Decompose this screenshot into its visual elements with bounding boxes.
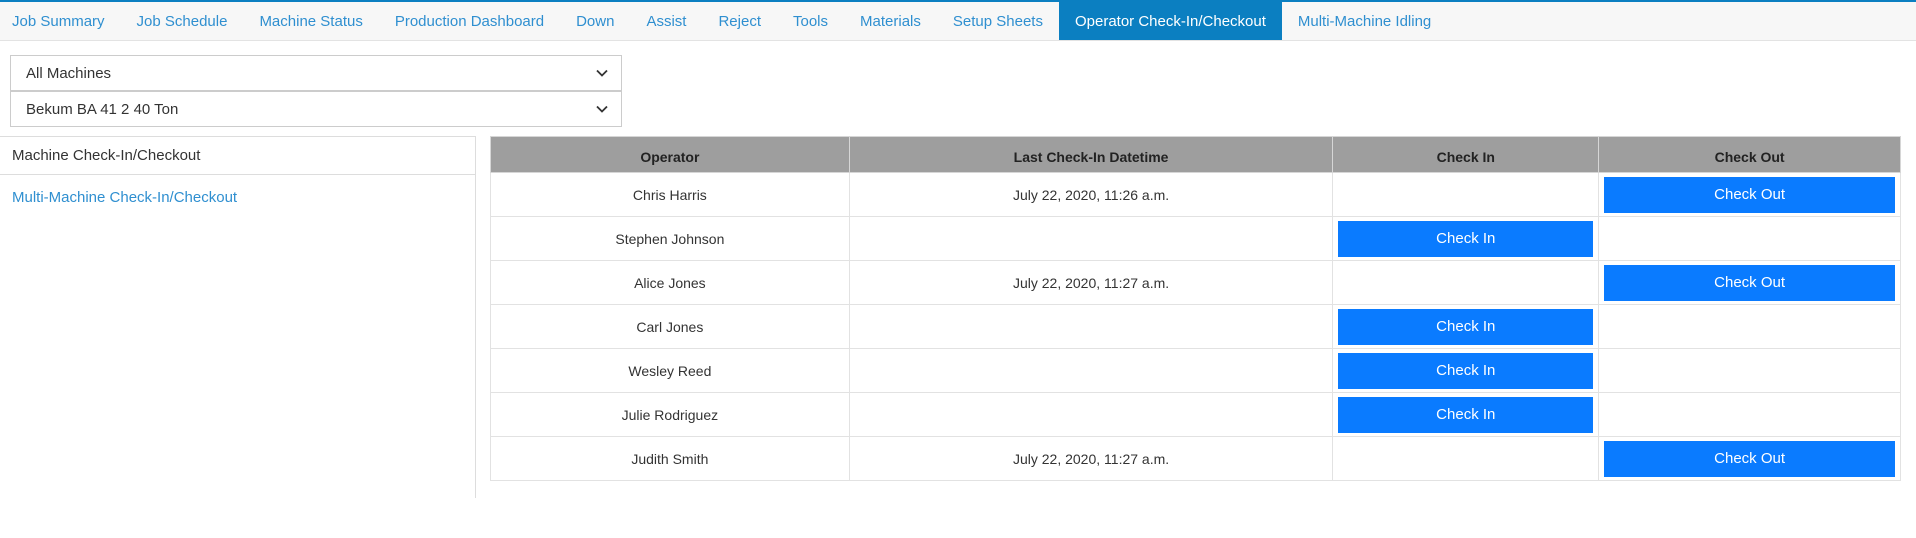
check-out-cell bbox=[1598, 216, 1901, 261]
check-in-cell bbox=[1332, 260, 1600, 305]
check-in-button[interactable]: Check In bbox=[1338, 352, 1594, 389]
table-row: Alice Jones July 22, 2020, 11:27 a.m. Chec… bbox=[490, 260, 1901, 305]
check-in-cell bbox=[1332, 172, 1600, 217]
check-out-cell bbox=[1598, 392, 1901, 437]
tab-production-dashboard[interactable]: Production Dashboard bbox=[379, 2, 560, 40]
check-in-cell: Check In bbox=[1332, 216, 1600, 261]
column-header-check-out: Check Out bbox=[1598, 136, 1901, 173]
tab-multi-machine-idling[interactable]: Multi-Machine Idling bbox=[1282, 2, 1447, 40]
tab-assist[interactable]: Assist bbox=[630, 2, 702, 40]
operator-name: Julie Rodriguez bbox=[490, 392, 850, 437]
tab-setup-sheets[interactable]: Setup Sheets bbox=[937, 2, 1059, 40]
operator-name: Alice Jones bbox=[490, 260, 850, 305]
chevron-down-icon bbox=[596, 105, 608, 113]
last-check-in-datetime bbox=[848, 392, 1334, 437]
check-out-button[interactable]: Check Out bbox=[1604, 176, 1895, 213]
tab-reject[interactable]: Reject bbox=[702, 2, 777, 40]
check-in-cell: Check In bbox=[1332, 304, 1600, 349]
check-out-cell bbox=[1598, 304, 1901, 349]
table-row: Stephen Johnson Check In bbox=[490, 216, 1901, 261]
last-check-in-datetime: July 22, 2020, 11:27 a.m. bbox=[848, 260, 1334, 305]
last-check-in-datetime bbox=[848, 304, 1334, 349]
tab-machine-status[interactable]: Machine Status bbox=[243, 2, 378, 40]
tab-tools[interactable]: Tools bbox=[777, 2, 844, 40]
machine-group-select-value: All Machines bbox=[26, 64, 112, 82]
check-out-cell: Check Out bbox=[1598, 172, 1901, 217]
tab-job-summary[interactable]: Job Summary bbox=[0, 2, 121, 40]
machine-select-value: Bekum BA 41 2 40 Ton bbox=[26, 100, 179, 118]
table-row: Chris Harris July 22, 2020, 11:26 a.m. Che… bbox=[490, 172, 1901, 217]
operator-name: Carl Jones bbox=[490, 304, 850, 349]
tab-job-schedule[interactable]: Job Schedule bbox=[121, 2, 244, 40]
last-check-in-datetime: July 22, 2020, 11:26 a.m. bbox=[848, 172, 1334, 217]
operator-name: Judith Smith bbox=[490, 436, 850, 481]
operator-name: Stephen Johnson bbox=[490, 216, 850, 261]
check-in-button[interactable]: Check In bbox=[1338, 396, 1594, 433]
check-out-cell bbox=[1598, 348, 1901, 393]
operator-name: Chris Harris bbox=[490, 172, 850, 217]
check-in-button[interactable]: Check In bbox=[1338, 220, 1594, 257]
check-in-cell: Check In bbox=[1332, 348, 1600, 393]
sidebar-item-machine-check-in-checkout[interactable]: Machine Check-In/Checkout bbox=[0, 136, 475, 175]
operator-name: Wesley Reed bbox=[490, 348, 850, 393]
chevron-down-icon bbox=[596, 69, 608, 77]
table-row: Judith Smith July 22, 2020, 11:27 a.m. Che… bbox=[490, 436, 1901, 481]
check-in-cell bbox=[1332, 436, 1600, 481]
check-in-button[interactable]: Check In bbox=[1338, 308, 1594, 345]
table-row: Wesley Reed Check In bbox=[490, 348, 1901, 393]
tab-down[interactable]: Down bbox=[560, 2, 630, 40]
check-out-cell: Check Out bbox=[1598, 260, 1901, 305]
tab-operator-check-in-checkout[interactable]: Operator Check-In/Checkout bbox=[1058, 2, 1282, 40]
tab-materials[interactable]: Materials bbox=[844, 2, 937, 40]
check-out-button[interactable]: Check Out bbox=[1604, 440, 1895, 477]
table-row: Julie Rodriguez Check In bbox=[490, 392, 1901, 437]
operator-table: Operator Last Check-In Datetime Check In… bbox=[490, 136, 1901, 481]
sidebar: Machine Check-In/Checkout Multi-Machine … bbox=[0, 136, 476, 498]
column-header-check-in: Check In bbox=[1332, 136, 1600, 173]
last-check-in-datetime: July 22, 2020, 11:27 a.m. bbox=[848, 436, 1334, 481]
sidebar-item-multi-machine-check-in-checkout[interactable]: Multi-Machine Check-In/Checkout bbox=[0, 175, 475, 220]
last-check-in-datetime bbox=[848, 348, 1334, 393]
column-header-operator: Operator bbox=[490, 136, 850, 173]
top-nav-tabs: Job Summary Job Schedule Machine Status Pro… bbox=[0, 0, 1916, 41]
check-out-cell: Check Out bbox=[1598, 436, 1901, 481]
column-header-last-check-in: Last Check-In Datetime bbox=[848, 136, 1334, 173]
check-out-button[interactable]: Check Out bbox=[1604, 264, 1895, 301]
table-row: Carl Jones Check In bbox=[490, 304, 1901, 349]
machine-group-select[interactable]: All Machines bbox=[10, 55, 622, 91]
table-header-row: Operator Last Check-In Datetime Check In… bbox=[490, 136, 1901, 173]
check-in-cell: Check In bbox=[1332, 392, 1600, 437]
last-check-in-datetime bbox=[848, 216, 1334, 261]
machine-select[interactable]: Bekum BA 41 2 40 Ton bbox=[10, 91, 622, 127]
